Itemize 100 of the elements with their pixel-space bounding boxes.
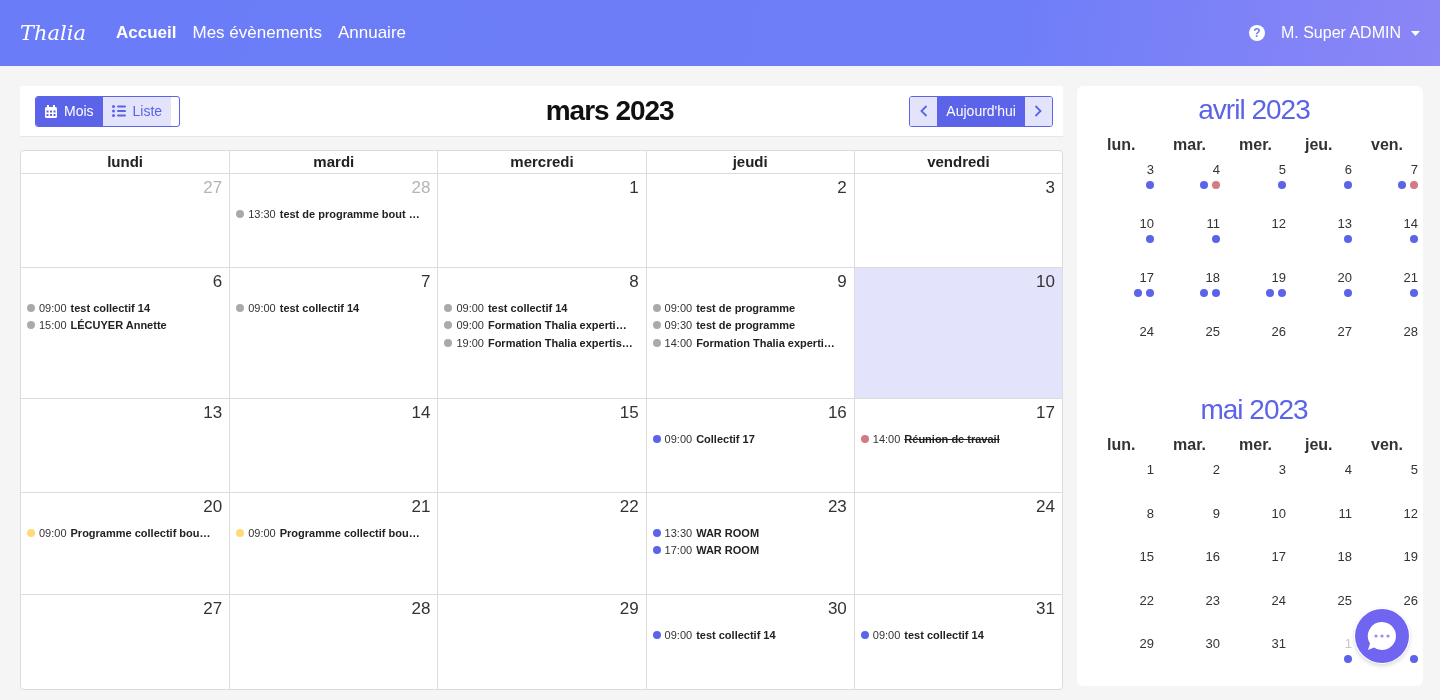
- day-number[interactable]: 31: [1271, 636, 1286, 652]
- day-number[interactable]: 26: [1403, 592, 1418, 609]
- day-number[interactable]: 6: [1344, 162, 1352, 178]
- day-number[interactable]: 2: [1212, 462, 1220, 478]
- day-number[interactable]: 22: [1139, 592, 1154, 609]
- day-cell[interactable]: 8 09:00 test collectif 14 09:00 Formation Thalia experti… 19:00 Formation Thalia expertis…: [437, 268, 646, 398]
- day-cell[interactable]: 21 09:00 Programme collectif bou…: [229, 493, 438, 594]
- event-item[interactable]: 09:00 Programme collectif bou…: [236, 524, 431, 542]
- day-number[interactable]: 18: [1205, 270, 1220, 286]
- event-item[interactable]: 09:00 test collectif 14: [27, 299, 223, 317]
- event-item[interactable]: 09:30 test de programme: [652, 316, 847, 334]
- day-number[interactable]: 19: [1271, 270, 1286, 286]
- day-number[interactable]: 11: [1338, 505, 1352, 522]
- day-cell[interactable]: 31 09:00 test collectif 14: [853, 595, 1062, 689]
- chat-button[interactable]: [1354, 608, 1410, 664]
- next-button[interactable]: [1025, 96, 1052, 126]
- view-toggle-button[interactable]: Mois: [36, 96, 103, 126]
- day-cell[interactable]: 30 09:00 test collectif 14: [645, 595, 854, 689]
- day-number[interactable]: 12: [1271, 216, 1286, 232]
- event-item[interactable]: 19:00 Formation Thalia expertis…: [444, 334, 639, 352]
- day-cell[interactable]: 28 13:30 test de programme bout …: [229, 174, 438, 267]
- event-item[interactable]: 15:00 LÉCUYER Annette: [27, 316, 223, 334]
- day-cell[interactable]: 14: [229, 399, 438, 492]
- day-number[interactable]: 15: [1139, 549, 1154, 565]
- day-number[interactable]: 5: [1410, 462, 1418, 478]
- event-item[interactable]: 09:00 Programme collectif bou…: [27, 524, 223, 542]
- event-item[interactable]: 09:00 Formation Thalia experti…: [444, 316, 639, 334]
- day-cell[interactable]: 9 09:00 test de programme 09:30 test de programme 14:00 Formation Thalia experti…: [645, 268, 854, 398]
- event-item[interactable]: 09:00 test collectif 14: [236, 299, 431, 317]
- previous-button[interactable]: [910, 96, 938, 126]
- day-number[interactable]: 24: [1139, 324, 1154, 340]
- day-cell[interactable]: 27: [21, 595, 230, 689]
- nav-link[interactable]: Mes évènements: [192, 23, 322, 43]
- day-cell[interactable]: 1: [437, 174, 646, 267]
- day-number[interactable]: 12: [1403, 505, 1418, 522]
- day-number[interactable]: 23: [1205, 592, 1220, 609]
- day-number[interactable]: 25: [1337, 592, 1352, 609]
- day-number[interactable]: 17: [1139, 270, 1154, 286]
- logo[interactable]: Thalia: [20, 21, 86, 45]
- event-item[interactable]: 09:00 test collectif 14: [652, 626, 847, 644]
- day-number[interactable]: 3: [1146, 162, 1154, 178]
- day-number[interactable]: 5: [1278, 162, 1286, 178]
- day-number[interactable]: 25: [1205, 324, 1220, 340]
- event-time: 09:00: [248, 526, 276, 539]
- nav-link[interactable]: Annuaire: [337, 23, 406, 43]
- day-cell[interactable]: 10: [853, 268, 1062, 398]
- day-number[interactable]: 14: [1403, 216, 1418, 232]
- event-item[interactable]: 09:00 test collectif 14: [860, 626, 1055, 644]
- day-number[interactable]: 4: [1344, 462, 1352, 478]
- day-cell[interactable]: 7 09:00 test collectif 14: [229, 268, 438, 398]
- help-icon[interactable]: ?: [1248, 25, 1265, 41]
- day-number[interactable]: 18: [1337, 549, 1352, 565]
- day-cell[interactable]: 6 09:00 test collectif 14 15:00 LÉCUYER Annette: [21, 268, 230, 398]
- day-cell[interactable]: 29: [437, 595, 646, 689]
- day-number[interactable]: 24: [1271, 592, 1286, 609]
- event-item[interactable]: 09:00 Collectif 17: [652, 430, 847, 448]
- day-number[interactable]: 4: [1212, 162, 1220, 178]
- event-item[interactable]: 17:00 WAR ROOM: [652, 541, 847, 559]
- day-cell[interactable]: 3: [853, 174, 1062, 267]
- event-item[interactable]: 14:00 Réunion de travail: [860, 430, 1055, 448]
- day-cell[interactable]: 22: [437, 493, 646, 594]
- event-item[interactable]: 13:30 WAR ROOM: [652, 524, 847, 542]
- day-number[interactable]: 26: [1271, 324, 1286, 340]
- day-cell[interactable]: 13: [21, 399, 230, 492]
- view-toggle-button[interactable]: Liste: [102, 96, 172, 126]
- day-cell[interactable]: 28: [229, 595, 438, 689]
- day-cell[interactable]: 16 09:00 Collectif 17: [645, 399, 854, 492]
- day-number[interactable]: 29: [1139, 636, 1154, 652]
- day-number[interactable]: 3: [1278, 462, 1286, 478]
- day-cell[interactable]: 2: [645, 174, 854, 267]
- day-number[interactable]: 30: [1205, 636, 1220, 652]
- nav-link[interactable]: Accueil: [116, 23, 177, 43]
- day-number[interactable]: 10: [1139, 216, 1154, 232]
- day-number[interactable]: 17: [1271, 549, 1286, 565]
- day-number[interactable]: 11: [1206, 216, 1220, 232]
- day-number[interactable]: 8: [1146, 505, 1154, 522]
- day-number[interactable]: 16: [1205, 549, 1220, 565]
- day-cell[interactable]: 17 14:00 Réunion de travail: [853, 399, 1062, 492]
- day-number[interactable]: 7: [1410, 162, 1418, 178]
- day-number[interactable]: 10: [1271, 505, 1286, 522]
- day-number[interactable]: 27: [1337, 324, 1352, 340]
- day-number[interactable]: 19: [1403, 549, 1418, 565]
- day-cell[interactable]: 15: [437, 399, 646, 492]
- day-cell[interactable]: 20 09:00 Programme collectif bou…: [21, 493, 230, 594]
- day-number: 22: [619, 497, 639, 517]
- event-item[interactable]: 14:00 Formation Thalia experti…: [652, 334, 847, 352]
- day-number[interactable]: 20: [1337, 270, 1352, 286]
- day-number[interactable]: 9: [1212, 505, 1220, 522]
- day-number[interactable]: 13: [1337, 216, 1352, 232]
- event-item[interactable]: 09:00 test de programme: [652, 299, 847, 317]
- event-item[interactable]: 13:30 test de programme bout …: [236, 205, 431, 223]
- event-item[interactable]: 09:00 test collectif 14: [444, 299, 639, 317]
- day-number[interactable]: 1: [1146, 462, 1154, 478]
- today-button[interactable]: Aujourd'hui: [937, 96, 1025, 126]
- day-cell[interactable]: 23 13:30 WAR ROOM 17:00 WAR ROOM: [645, 493, 854, 594]
- day-number[interactable]: 28: [1403, 324, 1418, 340]
- day-cell[interactable]: 24: [853, 493, 1062, 594]
- event-title: WAR ROOM: [696, 526, 760, 539]
- day-number: 2: [837, 178, 847, 198]
- day-number[interactable]: 21: [1403, 270, 1418, 286]
